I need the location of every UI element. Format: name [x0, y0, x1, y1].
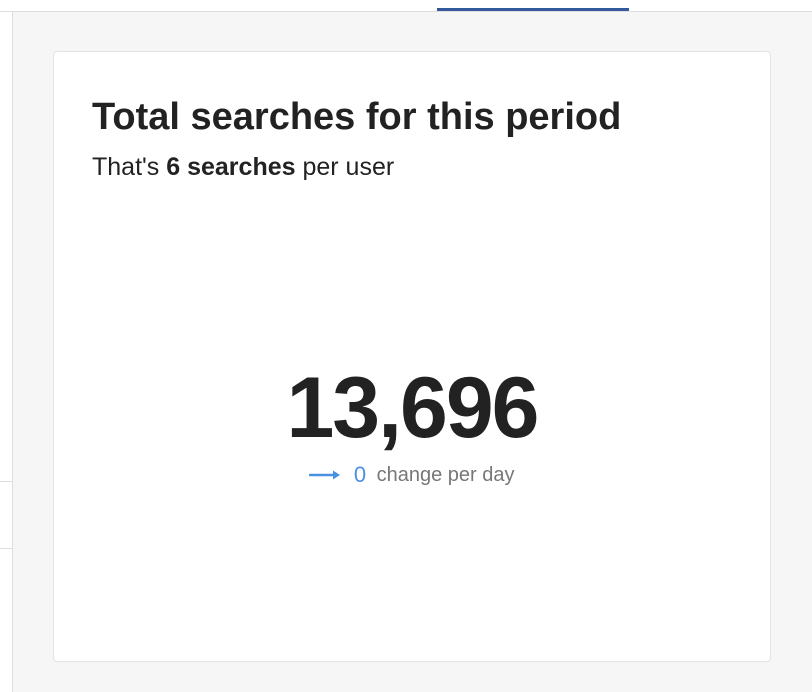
total-searches-value: 13,696 [286, 360, 539, 456]
subtitle-prefix: That's [92, 153, 167, 181]
left-sidebar-edge [0, 12, 13, 692]
total-searches-card: Total searches for this period That's 6 … [53, 51, 771, 662]
top-tab-bar [0, 0, 812, 12]
change-value: 0 [353, 462, 367, 487]
subtitle-suffix: per user [295, 153, 395, 181]
change-per-day: 0 change per day [54, 462, 770, 488]
change-label: change per day [376, 464, 515, 486]
searches-per-user-value: 6 searches [166, 153, 296, 181]
sidebar-divider [0, 548, 12, 549]
active-tab-indicator [437, 8, 629, 11]
card-title: Total searches for this period [92, 96, 622, 138]
searches-per-user-text: That's 6 searches per user [92, 152, 394, 182]
arrow-right-icon [309, 469, 341, 481]
sidebar-divider [0, 481, 12, 482]
